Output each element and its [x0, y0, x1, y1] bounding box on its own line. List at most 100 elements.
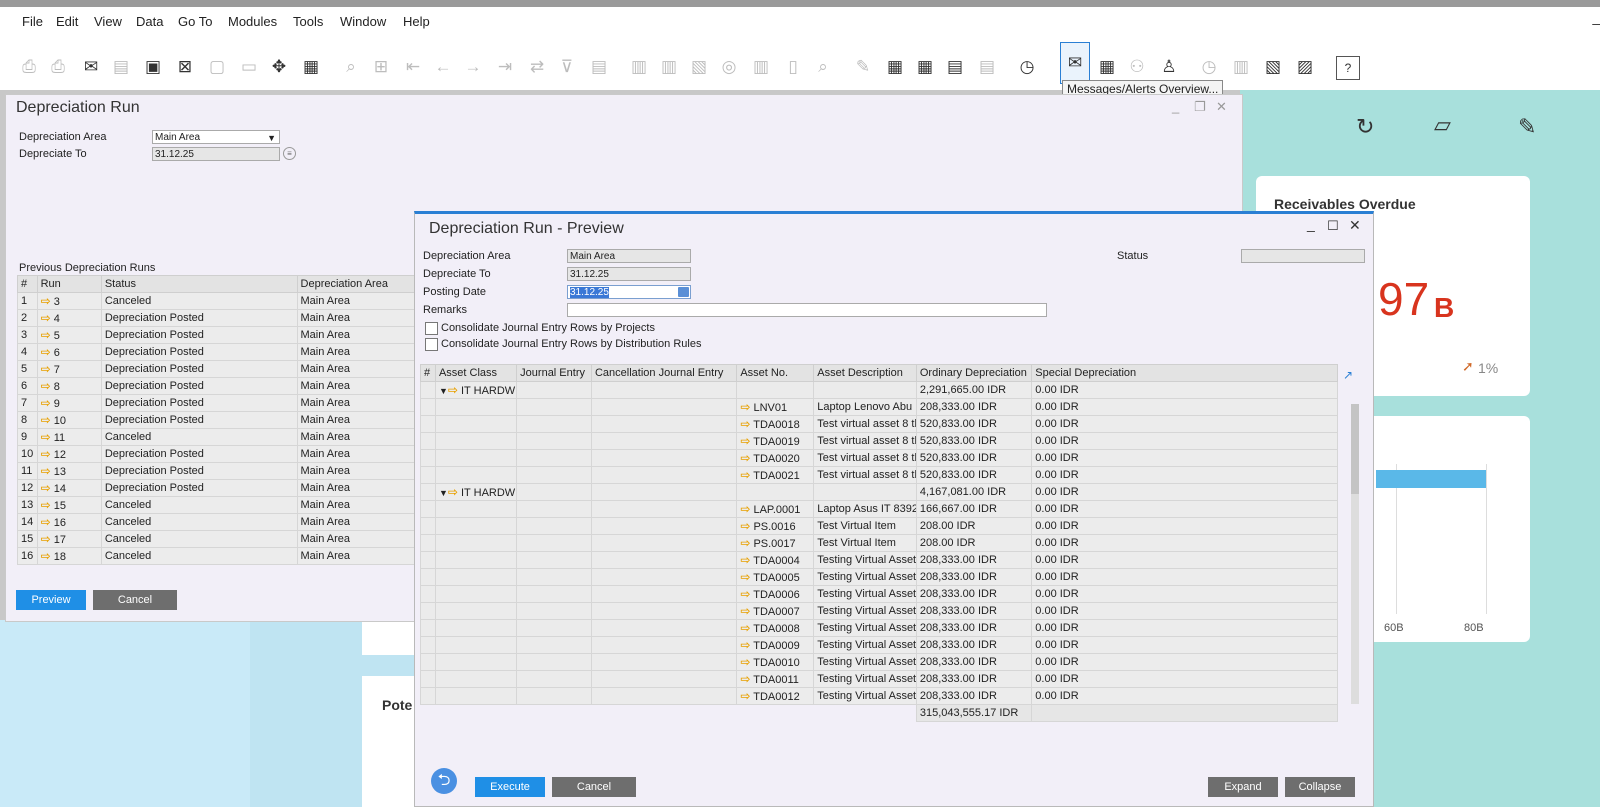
- excel-icon[interactable]: ⊠: [174, 56, 196, 78]
- consolidate-projects-checkbox[interactable]: [425, 322, 438, 335]
- menu-file[interactable]: File: [22, 14, 43, 29]
- help-icon[interactable]: ?: [1336, 56, 1360, 80]
- link-arrow-icon[interactable]: ⇨: [740, 502, 750, 516]
- expand-toggle-icon[interactable]: ▼: [439, 488, 448, 498]
- restore-icon[interactable]: ❐: [1194, 99, 1206, 115]
- print-icon[interactable]: ⎙: [47, 56, 69, 78]
- org-icon[interactable]: ⚇: [1126, 56, 1148, 78]
- asset-no-cell[interactable]: ⇨ TDA0010: [736, 653, 815, 671]
- col-header[interactable]: Special Depreciation: [1031, 364, 1338, 382]
- run-cell[interactable]: ⇨ 18: [36, 547, 102, 565]
- link-arrow-icon[interactable]: ⇨: [740, 417, 750, 431]
- preview-icon[interactable]: ⎙: [18, 56, 40, 78]
- menu-help[interactable]: Help: [403, 14, 430, 29]
- col-header[interactable]: Asset Description: [813, 364, 917, 382]
- cancel-button[interactable]: Cancel: [93, 590, 177, 610]
- table-row[interactable]: ⇨ TDA0005 Testing Virtual Asset 208,333.00…: [420, 568, 1338, 586]
- minimize-icon[interactable]: _: [1307, 216, 1315, 232]
- run-cell[interactable]: ⇨ 11: [36, 428, 102, 446]
- payment-means-icon[interactable]: ◎: [718, 56, 740, 78]
- posting-date-input[interactable]: 31.12.25: [567, 285, 691, 299]
- link-arrow-icon[interactable]: ⇨: [740, 519, 750, 533]
- col-header[interactable]: Depreciation Area: [296, 275, 428, 293]
- refresh-icon[interactable]: ↻: [1356, 114, 1374, 140]
- table-row[interactable]: 15 ⇨ 17 Canceled Main Area: [17, 530, 428, 548]
- edit-form-icon[interactable]: ▦: [914, 56, 936, 78]
- table-row[interactable]: ⇨ TDA0008 Testing Virtual Asset 208,333.00…: [420, 619, 1338, 637]
- close-icon[interactable]: ✕: [1349, 217, 1361, 234]
- link-arrow-icon[interactable]: ⇨: [41, 447, 51, 461]
- app-minimize-button[interactable]: –: [1592, 15, 1600, 31]
- email-icon[interactable]: ✉: [80, 56, 102, 78]
- add-icon[interactable]: ⊞: [370, 56, 392, 78]
- table-row[interactable]: ⇨ TDA0012 Testing Virtual Asset 208,333.00…: [420, 687, 1338, 705]
- asset-no-cell[interactable]: ⇨ TDA0009: [736, 636, 815, 654]
- menu-window[interactable]: Window: [340, 14, 386, 29]
- run-cell[interactable]: ⇨ 15: [36, 496, 102, 514]
- menu-modules[interactable]: Modules: [228, 14, 277, 29]
- link-arrow-icon[interactable]: ⇨: [740, 434, 750, 448]
- link-arrow-icon[interactable]: ⇨: [41, 294, 51, 308]
- close-icon[interactable]: ✕: [1216, 99, 1227, 115]
- link-arrow-icon[interactable]: ⇨: [41, 311, 51, 325]
- user-icon[interactable]: ♙: [1158, 56, 1180, 78]
- info-icon[interactable]: ≡: [283, 147, 296, 160]
- link-arrow-icon[interactable]: ⇨: [41, 515, 51, 529]
- link-arrow-icon[interactable]: ⇨: [740, 604, 750, 618]
- asset-no-cell[interactable]: ⇨ TDA0019: [736, 432, 815, 450]
- table-row[interactable]: 8 ⇨ 10 Depreciation Posted Main Area: [17, 411, 428, 429]
- run-cell[interactable]: ⇨ 3: [36, 292, 102, 310]
- col-header[interactable]: Asset Class: [434, 364, 518, 382]
- asset-no-cell[interactable]: ⇨ PS.0016: [736, 517, 815, 535]
- first-record-icon[interactable]: ⇤: [402, 56, 424, 78]
- query-icon[interactable]: ⌕: [812, 56, 834, 78]
- table-row[interactable]: 11 ⇨ 13 Depreciation Posted Main Area: [17, 462, 428, 480]
- depreciate-to-field[interactable]: 31.12.25: [152, 147, 280, 161]
- col-header[interactable]: #: [420, 364, 436, 382]
- chat-icon[interactable]: ▤: [976, 56, 998, 78]
- remarks-input[interactable]: [567, 303, 1047, 317]
- asset-no-cell[interactable]: ⇨ TDA0005: [736, 568, 815, 586]
- asset-no-cell[interactable]: ⇨ TDA0007: [736, 602, 815, 620]
- link-arrow-icon[interactable]: ⇨: [41, 345, 51, 359]
- menu-data[interactable]: Data: [136, 14, 163, 29]
- link-arrow-icon[interactable]: ⇨: [740, 587, 750, 601]
- link-arrow-icon[interactable]: ⇨: [41, 481, 51, 495]
- asset-no-cell[interactable]: ⇨ TDA0004: [736, 551, 815, 569]
- fax-icon[interactable]: ▣: [142, 56, 164, 78]
- link-arrow-icon[interactable]: ⇨: [41, 413, 51, 427]
- gross-profit-icon[interactable]: ▧: [688, 56, 710, 78]
- col-header[interactable]: Run: [36, 275, 102, 293]
- table-row[interactable]: ⇨ TDA0019 Test virtual asset 8 th 520,833.…: [420, 432, 1338, 450]
- table-row[interactable]: 2 ⇨ 4 Depreciation Posted Main Area: [17, 309, 428, 327]
- link-arrow-icon[interactable]: ⇨: [41, 549, 51, 563]
- link-arrow-icon[interactable]: ⇨: [41, 362, 51, 376]
- cancel-button[interactable]: Cancel: [552, 777, 636, 797]
- link-arrow-icon[interactable]: ⇨: [740, 536, 750, 550]
- asset-no-cell[interactable]: ⇨ TDA0006: [736, 585, 815, 603]
- run-cell[interactable]: ⇨ 17: [36, 530, 102, 548]
- table-row[interactable]: 10 ⇨ 12 Depreciation Posted Main Area: [17, 445, 428, 463]
- link-arrow-icon[interactable]: ⇨: [740, 468, 750, 482]
- link-arrow-icon[interactable]: ⇨: [740, 570, 750, 584]
- group-row[interactable]: ▼⇨ IT HARDW 4,167,081.00 IDR 0.00 IDR: [420, 483, 1338, 501]
- link-arrow-icon[interactable]: ⇨: [740, 655, 750, 669]
- col-header[interactable]: Asset No.: [736, 364, 815, 382]
- table-row[interactable]: 6 ⇨ 8 Depreciation Posted Main Area: [17, 377, 428, 395]
- asset-no-cell[interactable]: ⇨ TDA0020: [736, 449, 815, 467]
- activity-icon[interactable]: ◷: [1016, 56, 1038, 78]
- table-scrollbar[interactable]: [1351, 404, 1359, 704]
- asset-no-cell[interactable]: ⇨ TDA0011: [736, 670, 815, 688]
- asset-no-cell[interactable]: ⇨ LNV01: [736, 398, 815, 416]
- table-row[interactable]: ⇨ TDA0004 Testing Virtual Asset 208,333.00…: [420, 551, 1338, 569]
- preview-button[interactable]: Preview: [16, 590, 86, 610]
- table-row[interactable]: ⇨ TDA0010 Testing Virtual Asset 208,333.00…: [420, 653, 1338, 671]
- previous-record-icon[interactable]: ←: [432, 56, 454, 78]
- link-arrow-icon[interactable]: ⇨: [448, 485, 458, 499]
- filter-icon[interactable]: ⊽: [556, 56, 578, 78]
- run-cell[interactable]: ⇨ 12: [36, 445, 102, 463]
- base-document-icon[interactable]: ▥: [628, 56, 650, 78]
- asset-no-cell[interactable]: ⇨ LAP.0001: [736, 500, 815, 518]
- expand-table-icon[interactable]: ↗: [1343, 368, 1353, 382]
- depreciate-to-field[interactable]: 31.12.25: [567, 267, 691, 281]
